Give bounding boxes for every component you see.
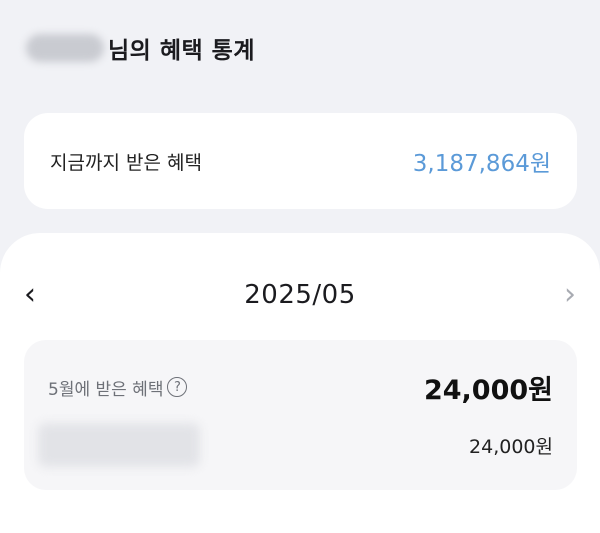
help-icon[interactable]: ? (167, 377, 188, 397)
user-name-redacted (26, 34, 104, 62)
monthly-benefit-header: 5월에 받은 혜택 ? 24,000원 (48, 364, 553, 410)
total-benefit-value: 3,187,864원 (412, 151, 551, 177)
list-item[interactable]: 24,000원 (38, 422, 553, 468)
chevron-right-icon[interactable]: › (548, 273, 592, 317)
chevron-left-icon[interactable]: ‹ (8, 273, 52, 317)
page-header: 님의 혜택 통계 (26, 26, 255, 70)
total-benefit-card: 지금까지 받은 혜택 3,187,864원 (24, 113, 577, 209)
monthly-benefit-panel: ‹ 2025/05 › 5월에 받은 혜택 ? 24,000원 24,000원 (0, 233, 600, 533)
benefit-item-name-redacted (38, 423, 200, 467)
monthly-benefit-label: 5월에 받은 혜택 (48, 379, 164, 400)
benefit-item-amount: 24,000원 (469, 435, 553, 458)
month-navigator: ‹ 2025/05 › (0, 273, 600, 317)
current-month: 2025/05 (244, 280, 356, 310)
monthly-benefit-total: 24,000원 (423, 374, 553, 406)
monthly-benefit-label-group: 5월에 받은 혜택 ? (48, 375, 188, 400)
page-title: 님의 혜택 통계 (108, 38, 255, 64)
monthly-benefit-card: 5월에 받은 혜택 ? 24,000원 24,000원 (24, 340, 577, 490)
total-benefit-label: 지금까지 받은 혜택 (50, 151, 202, 174)
